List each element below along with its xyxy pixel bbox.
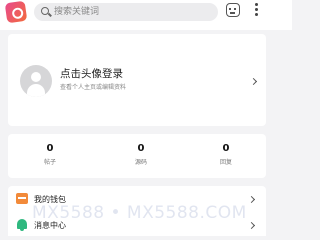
wallet-icon xyxy=(16,193,28,204)
menu-item-messages[interactable]: 消息中心 xyxy=(8,214,266,238)
chevron-right-icon xyxy=(247,195,256,204)
more-menu-icon[interactable] xyxy=(255,3,259,17)
search-icon xyxy=(41,7,49,15)
stat-value: 0 xyxy=(46,143,54,154)
top-bar: 搜索关键词 xyxy=(0,0,292,30)
stat-label: 源码 xyxy=(134,159,147,166)
menu-item-label: 消息中心 xyxy=(34,221,66,230)
stat-label: 回复 xyxy=(219,159,232,166)
stats-card: 0 帖子 0 源码 0 回复 xyxy=(8,134,266,178)
login-title: 点击头像登录 xyxy=(60,68,123,80)
stat-replies[interactable]: 0 回复 xyxy=(186,143,266,167)
menu-item-label: 我的钱包 xyxy=(34,195,66,204)
bell-icon xyxy=(17,219,27,231)
menu-card: 我的钱包 消息中心 xyxy=(8,186,266,236)
robot-icon[interactable] xyxy=(226,3,240,17)
stat-label: 帖子 xyxy=(43,159,56,166)
stat-value: 0 xyxy=(222,143,230,154)
stat-posts[interactable]: 0 帖子 xyxy=(10,143,90,167)
login-subtitle: 查看个人主页或编辑资料 xyxy=(60,84,127,91)
chevron-right-icon xyxy=(249,77,258,86)
menu-item-wallet[interactable]: 我的钱包 xyxy=(8,188,266,212)
stat-source[interactable]: 0 源码 xyxy=(101,143,181,167)
search-bar[interactable]: 搜索关键词 xyxy=(34,3,218,21)
profile-card[interactable]: 点击头像登录 查看个人主页或编辑资料 xyxy=(8,34,266,126)
stat-value: 0 xyxy=(137,143,145,154)
avatar[interactable] xyxy=(20,65,52,97)
search-placeholder: 搜索关键词 xyxy=(54,7,100,17)
app-logo-icon[interactable] xyxy=(4,0,28,24)
chevron-right-icon xyxy=(247,221,256,230)
